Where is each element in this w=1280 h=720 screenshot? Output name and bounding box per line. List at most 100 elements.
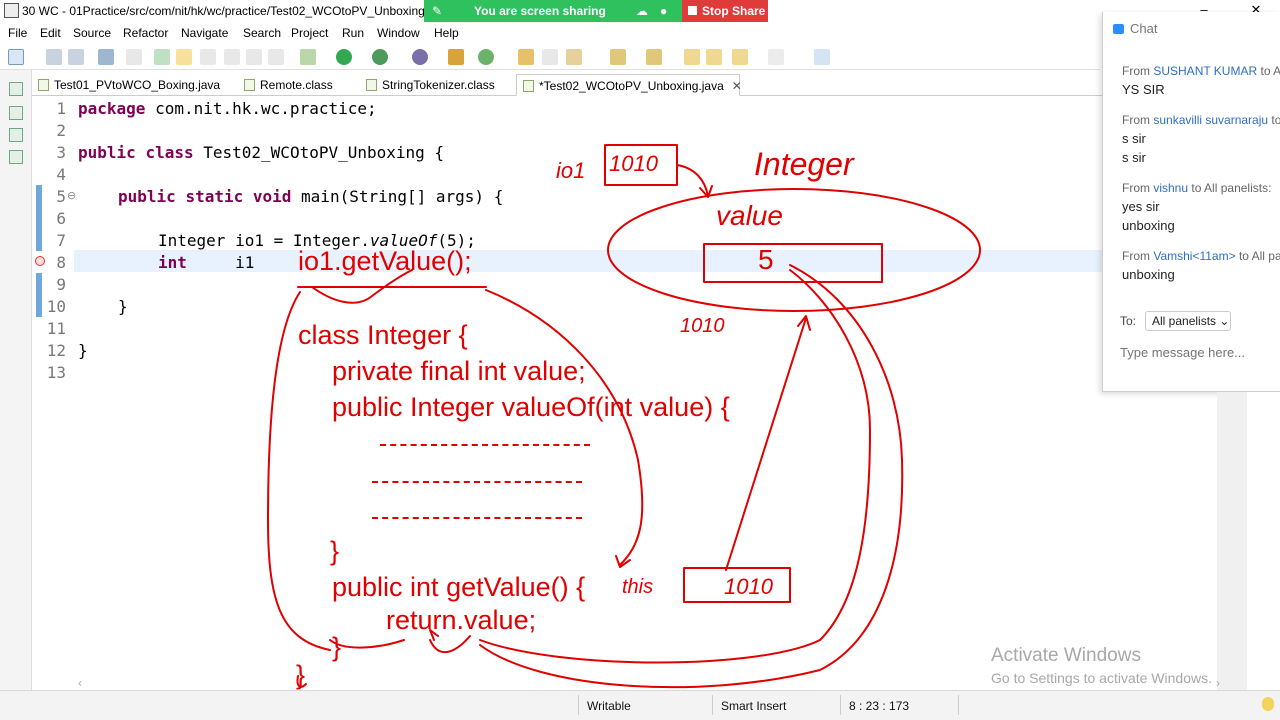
new-icon[interactable] — [8, 49, 24, 65]
highlight-icon[interactable] — [176, 49, 192, 65]
code-line-8: int i1 — [158, 253, 274, 272]
error-icon[interactable] — [35, 256, 45, 266]
scroll-left-icon[interactable]: ‹ — [78, 676, 82, 690]
debug-run-icon[interactable] — [300, 49, 316, 65]
menu-file[interactable]: File — [8, 26, 27, 40]
perspective-icon[interactable] — [814, 49, 830, 65]
mark-icon[interactable] — [200, 49, 216, 65]
forward-edit-icon[interactable] — [706, 49, 722, 65]
class-file-icon — [366, 79, 377, 91]
code-text: main(String[] args) { — [291, 187, 504, 206]
right-panel-strip — [1217, 392, 1247, 692]
menu-bar: File Edit Source Refactor Navigate Searc… — [0, 22, 1100, 44]
pin-icon: ✎ — [432, 4, 443, 18]
line-number: 7 — [56, 231, 66, 250]
toolbar — [0, 44, 1100, 70]
terminal-icon[interactable] — [98, 49, 114, 65]
sender-name[interactable]: vishnu — [1153, 181, 1188, 195]
recipient-value: All panelists — [1152, 314, 1217, 328]
next-annotation-icon[interactable] — [610, 49, 626, 65]
chat-title: Chat — [1130, 21, 1158, 36]
close-tab-icon[interactable]: ✕ — [732, 79, 742, 93]
line-number: 5 — [56, 187, 66, 206]
show-whitespace-icon[interactable] — [224, 49, 240, 65]
tip-bulb-icon[interactable] — [1262, 697, 1274, 711]
editor-tabs: Test01_PVtoWCO_Boxing.java Remote.class … — [32, 74, 1102, 96]
status-divider — [958, 695, 959, 715]
line-number: 4 — [56, 165, 66, 184]
search-icon[interactable] — [542, 49, 558, 65]
menu-navigate[interactable]: Navigate — [181, 26, 228, 40]
message-text: unboxing — [1122, 267, 1175, 282]
fold-icon[interactable]: ⊖ — [67, 189, 76, 202]
from-label: From — [1122, 113, 1150, 127]
brush-icon[interactable] — [566, 49, 582, 65]
menu-help[interactable]: Help — [434, 26, 459, 40]
package-explorer-icon[interactable] — [9, 106, 23, 120]
forward-icon[interactable] — [768, 49, 784, 65]
prev-annotation-icon[interactable] — [646, 49, 662, 65]
tab-label: *Test02_WCOtoPV_Unboxing.java — [539, 79, 724, 93]
shield-icon: ● — [660, 4, 668, 18]
cursor-position: 8 : 23 : 173 — [849, 699, 910, 713]
keyword: static — [185, 187, 244, 206]
class-file-icon — [244, 79, 255, 91]
open-type-icon[interactable] — [518, 49, 534, 65]
last-edit-icon[interactable] — [684, 49, 700, 65]
java-file-icon — [523, 80, 534, 92]
chat-message-input[interactable] — [1120, 342, 1270, 362]
menu-search[interactable]: Search — [243, 26, 281, 40]
stop-share-button[interactable]: Stop Share — [682, 0, 768, 22]
recipient-select[interactable]: All panelists ⌄ — [1145, 311, 1231, 331]
run-icon[interactable] — [336, 49, 352, 65]
scroll-right-icon[interactable]: › — [1216, 676, 1220, 690]
status-divider — [840, 695, 841, 715]
stop-share-label: Stop Share — [702, 4, 766, 18]
tab-test02-active[interactable]: *Test02_WCOtoPV_Unboxing.java ✕ — [516, 74, 742, 96]
menu-run[interactable]: Run — [342, 26, 364, 40]
code-line-10: } — [118, 297, 128, 316]
skip-icon[interactable] — [126, 49, 142, 65]
tab-remote-class[interactable]: Remote.class — [244, 74, 333, 96]
screen-share-banner: ✎ You are screen sharing ☁ ● — [424, 0, 682, 22]
coverage-icon[interactable] — [372, 49, 388, 65]
message-text: s sir — [1122, 131, 1146, 146]
save-icon[interactable] — [46, 49, 62, 65]
new-java-project-icon[interactable] — [448, 49, 464, 65]
code-editor[interactable]: 1 2 3 4 5 ⊖ 6 7 8 9 10 11 12 13 package … — [32, 97, 1102, 685]
external-tools-icon[interactable] — [412, 49, 428, 65]
sender-name[interactable]: sunkavilli suvarnaraju — [1153, 113, 1268, 127]
menu-project[interactable]: Project — [291, 26, 328, 40]
menu-edit[interactable]: Edit — [40, 26, 61, 40]
debug-icon[interactable] — [154, 49, 170, 65]
outline-icon[interactable] — [9, 150, 23, 164]
recipient: to All panelists: — [1191, 181, 1272, 195]
tab-test01[interactable]: Test01_PVtoWCO_Boxing.java — [38, 74, 220, 96]
hierarchy-icon[interactable] — [9, 128, 23, 142]
menu-refactor[interactable]: Refactor — [123, 26, 168, 40]
code-line-1: package com.nit.hk.wc.practice; — [78, 99, 377, 118]
menu-source[interactable]: Source — [73, 26, 111, 40]
code-line-3: public class Test02_WCOtoPV_Unboxing { — [78, 143, 444, 162]
block-select-icon[interactable] — [246, 49, 262, 65]
code-text: com.nit.hk.wc.practice; — [145, 99, 377, 118]
new-class-icon[interactable] — [478, 49, 494, 65]
save-all-icon[interactable] — [68, 49, 84, 65]
horizontal-scrollbar[interactable]: ‹ › — [76, 676, 1226, 690]
watermark-title: Activate Windows — [991, 645, 1141, 666]
right-panel-gap — [1247, 392, 1280, 692]
change-marker — [36, 185, 42, 251]
back-icon[interactable] — [732, 49, 748, 65]
sender-name[interactable]: SUSHANT KUMAR — [1153, 64, 1257, 78]
tab-stringtokenizer-class[interactable]: StringTokenizer.class — [366, 74, 495, 96]
code-text: Integer io1 = Integer. — [158, 231, 370, 250]
from-label: From — [1122, 249, 1150, 263]
recipient: to All — [1260, 64, 1280, 78]
stop-icon — [688, 6, 697, 15]
menu-window[interactable]: Window — [377, 26, 420, 40]
pilcrow-icon[interactable] — [268, 49, 284, 65]
code-text: Test02_WCOtoPV_Unboxing { — [193, 143, 445, 162]
recipient: to — [1271, 113, 1280, 127]
sender-name[interactable]: Vamshi<11am> — [1153, 249, 1235, 263]
restore-icon[interactable] — [9, 82, 23, 96]
